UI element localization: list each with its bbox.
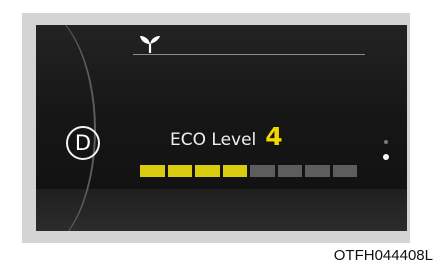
eco-level-label: ECO Level [170,130,257,150]
eco-level-bar [140,165,357,177]
display-bottom-strip [36,189,407,231]
eco-level-value: 4 [265,122,283,151]
eco-level-segment [195,165,220,177]
eco-level-segment [140,165,165,177]
sprout-icon [140,36,160,53]
eco-level-segment [167,165,192,177]
eco-level-segment [305,165,330,177]
gear-indicator: D [66,126,100,160]
eco-level-segment [250,165,275,177]
page-indicator-dot-2-active [383,154,389,160]
eco-level-segment [332,165,357,177]
eco-level-segment [277,165,302,177]
cluster-frame: D ECO Level 4 [22,13,410,243]
cluster-display: D ECO Level 4 [36,25,407,231]
figure-code: OTFH044408L [333,247,433,264]
eco-level-segment [222,165,247,177]
header-divider [133,54,365,55]
eco-level-readout: ECO Level 4 [170,121,283,151]
page-indicator-dot-1 [384,140,388,144]
